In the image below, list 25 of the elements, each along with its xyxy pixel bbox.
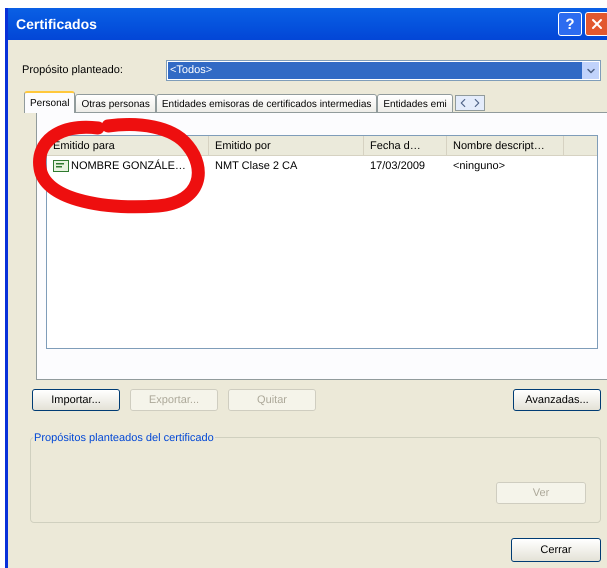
certificate-icon [53, 160, 69, 172]
dialog-button[interactable]: Importar... [32, 389, 120, 411]
dialog-button[interactable]: Avanzadas... [513, 389, 601, 411]
column-header[interactable]: Emitido por [209, 136, 364, 155]
tab-scroll-buttons[interactable] [454, 95, 485, 111]
group-title: Propósitos planteados del certificado [33, 430, 215, 446]
column-header[interactable]: Emitido para [47, 136, 209, 155]
purpose-dropdown[interactable]: <Todos> [166, 60, 601, 81]
table-cell-text: NMT Clase 2 CA [215, 158, 298, 174]
dialog-button[interactable]: Cerrar [511, 538, 601, 562]
purpose-label: Propósito planteado: [22, 63, 124, 78]
close-icon [589, 16, 605, 32]
tab[interactable]: Otras personas [75, 94, 156, 113]
table-cell-text: NOMBRE GONZÁLE… [71, 158, 186, 174]
tab[interactable]: Entidades emisoras de certificados intermedias [156, 94, 378, 113]
column-header[interactable]: Fecha d… [364, 136, 447, 155]
table-cell-text: <ninguno> [453, 158, 505, 174]
dropdown-value: <Todos> [168, 62, 582, 79]
close-button[interactable] [585, 12, 607, 36]
tab[interactable]: Personal [24, 91, 76, 113]
window-title: Certificados [16, 14, 98, 34]
table-cell-text: 17/03/2009 [370, 158, 426, 174]
tab[interactable]: Entidades emi [377, 94, 453, 113]
help-button[interactable]: ? [558, 12, 582, 36]
column-header[interactable]: Nombre descript… [447, 136, 564, 155]
